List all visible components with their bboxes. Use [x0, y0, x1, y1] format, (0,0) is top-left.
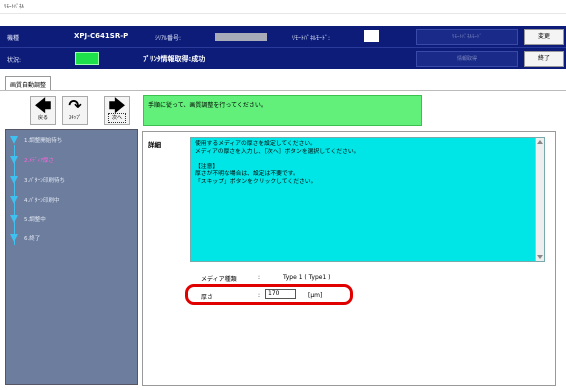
window-titlebar: ﾘﾓｰﾄﾊﾟﾈﾙ: [0, 0, 566, 14]
detail-line: 使用するメディアの厚さを設定してください。: [195, 141, 316, 147]
change-button[interactable]: 変更: [524, 29, 564, 45]
content-panel: 詳細 使用するメディアの厚さを設定してください。 メディアの厚さを入力し、［次へ…: [142, 131, 556, 386]
back-button[interactable]: 🡄 戻る: [30, 96, 56, 125]
triangle-down-icon: [10, 215, 18, 223]
next-button[interactable]: 🡆 次へ: [104, 96, 130, 125]
serial-label: ｼﾘｱﾙ番号:: [155, 35, 182, 42]
triangle-down-icon: [10, 156, 18, 164]
header-row-model: 機種 XPJ-C641SR-P ｼﾘｱﾙ番号: ﾘﾓｰﾄﾊﾟﾈﾙﾓｰﾄﾞ: ﾘﾓ…: [0, 26, 566, 48]
media-type-colon: :: [258, 274, 261, 281]
step-label: 3.ﾊﾟﾀｰﾝ印刷待ち: [24, 178, 65, 184]
skip-button-label: ｽｷｯﾌﾟ: [68, 115, 82, 121]
highlight-ring: [185, 284, 353, 305]
status-value: ﾌﾟﾘﾝﾀ情報取得:成功: [143, 55, 206, 63]
main-area: 画質自動調整 🡄 戻る ↷ ｽｷｯﾌﾟ 🡆 次へ 手順に従って、画質調整を行って…: [0, 70, 566, 390]
scroll-down-icon[interactable]: [537, 255, 543, 259]
arrow-right-icon: 🡆: [108, 96, 126, 115]
serial-value-redacted: [215, 33, 267, 41]
remote-mode-indicator: [364, 30, 379, 42]
model-value: XPJ-C641SR-P: [74, 32, 129, 40]
triangle-down-icon: [10, 136, 18, 144]
skip-button[interactable]: ↷ ｽｷｯﾌﾟ: [62, 96, 88, 125]
step-label: 4.ﾊﾟﾀｰﾝ印刷中: [24, 198, 60, 204]
media-type-value: Type 1 ( Type1 ): [283, 274, 331, 281]
detail-line: 「スキップ」ボタンをクリックしてください。: [195, 178, 317, 185]
status-label: 状況:: [7, 57, 22, 64]
triangle-down-icon: [10, 196, 18, 204]
step-label: 6.終了: [24, 236, 41, 242]
next-button-label: 次へ: [108, 113, 126, 123]
step-sidebar: 1.調整開始待ち 2.ﾒﾃﾞｨｱ厚さ 3.ﾊﾟﾀｰﾝ印刷待ち 4.ﾊﾟﾀｰﾝ印刷…: [5, 129, 138, 385]
tab-auto-adjust[interactable]: 画質自動調整: [5, 76, 52, 91]
header-row-status: 状況: ﾌﾟﾘﾝﾀ情報取得:成功 情報取得 終了: [0, 47, 566, 69]
remote-mode-label: ﾘﾓｰﾄﾊﾟﾈﾙﾓｰﾄﾞ:: [292, 35, 331, 42]
window-title: ﾘﾓｰﾄﾊﾟﾈﾙ: [4, 4, 25, 10]
arrow-left-icon: 🡄: [34, 96, 52, 115]
status-indicator: [75, 52, 99, 65]
detail-line: 厚さが不明な場合は、設定は不要です。: [195, 171, 299, 178]
media-type-label: メディア種類: [201, 276, 237, 283]
guide-message: 手順に従って、画質調整を行ってください。: [143, 95, 422, 126]
scroll-up-icon[interactable]: [537, 140, 543, 144]
step-label: 1.調整開始待ち: [24, 138, 63, 144]
detail-line: メディアの厚さを入力し、［次へ］ボタンを選択してください。: [195, 148, 360, 155]
tab-divider: [0, 90, 566, 91]
detail-line-blank: [195, 156, 532, 164]
detail-text-box[interactable]: 使用するメディアの厚さを設定してください。 メディアの厚さを入力し、［次へ］ボタ…: [190, 137, 545, 262]
step-label: 5.調整中: [24, 217, 46, 223]
detail-title: 詳細: [148, 141, 161, 149]
model-label: 機種: [7, 35, 20, 42]
triangle-down-icon: [10, 234, 18, 242]
exit-button[interactable]: 終了: [524, 51, 564, 67]
triangle-down-icon: [10, 176, 18, 184]
step-label: 2.ﾒﾃﾞｨｱ厚さ: [24, 158, 54, 164]
remote-mode-button[interactable]: ﾘﾓｰﾄﾊﾟﾈﾙﾓｰﾄﾞ: [416, 29, 518, 45]
back-button-label: 戻る: [37, 115, 48, 121]
info-button[interactable]: 情報取得: [416, 51, 518, 67]
curved-arrow-icon: ↷: [68, 96, 82, 115]
detail-scrollbar[interactable]: [535, 138, 544, 261]
